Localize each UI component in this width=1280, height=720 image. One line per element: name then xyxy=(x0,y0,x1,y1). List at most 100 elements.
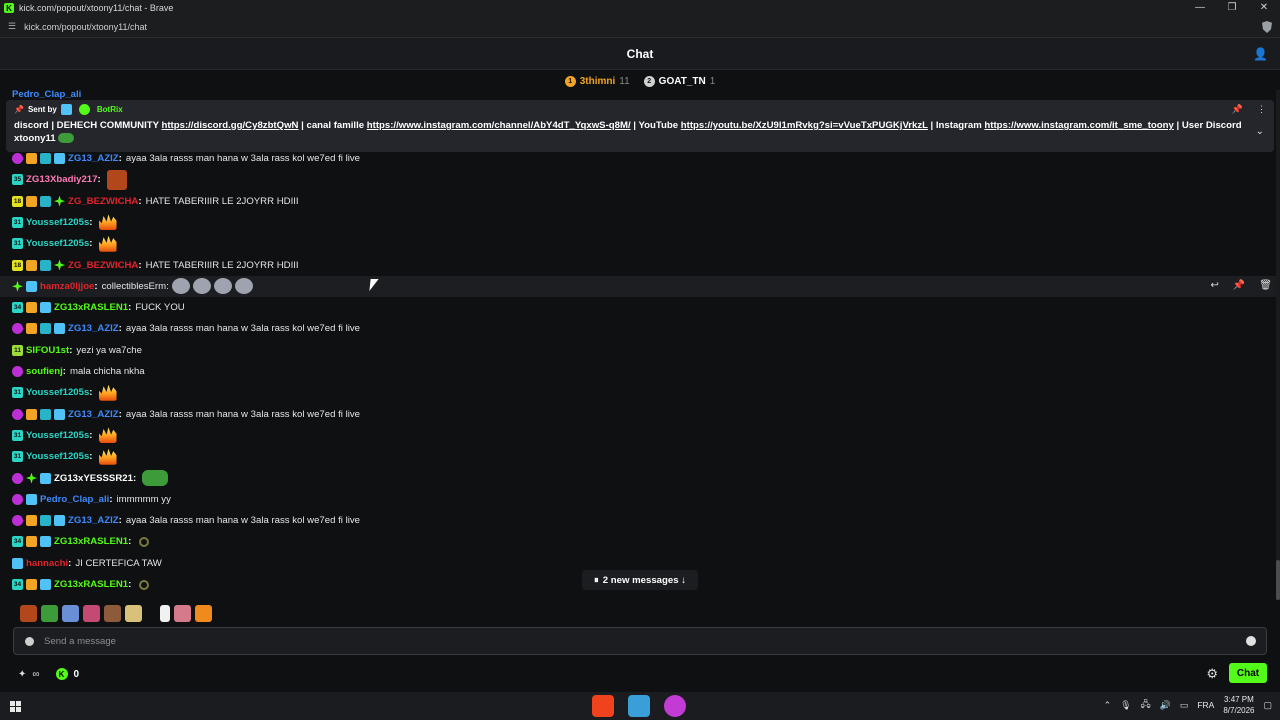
chat-message[interactable]: 31 Youssef1205s: xyxy=(12,446,117,467)
chat-message[interactable]: hamza0ljjoe: collectiblesErm: ↩ 📌 🗑 xyxy=(0,275,1280,297)
quick-emote-icon[interactable] xyxy=(125,604,142,622)
battery-icon[interactable]: ▭ xyxy=(1180,700,1189,711)
bot-name[interactable]: BotRix xyxy=(97,105,123,114)
chat-username[interactable]: ZG13_AZIZ xyxy=(68,409,119,420)
kicks-icon[interactable]: K xyxy=(55,668,68,680)
trash-icon[interactable]: 🗑 xyxy=(1259,280,1272,291)
chat-message[interactable]: ZG13xYESSSR21: xyxy=(12,468,169,489)
chat-username[interactable]: Youssef1205s xyxy=(26,238,89,249)
chat-username[interactable]: soufienj xyxy=(26,366,63,377)
chat-message[interactable]: Pedro_Clap_ali: immmmm yy xyxy=(12,489,171,510)
pin-icon[interactable]: 📌 xyxy=(1233,280,1245,291)
more-options-icon[interactable]: ⋮ xyxy=(1257,104,1266,115)
windows-start-icon[interactable] xyxy=(10,701,21,712)
chat-message[interactable]: hannachi: JI CERTEFICA TAW xyxy=(12,553,162,574)
chat-mode-icon[interactable] xyxy=(25,636,34,646)
sparkle-icon[interactable]: ✦ xyxy=(18,669,26,680)
chat-username[interactable]: ZG13xYESSSR21 xyxy=(54,473,133,484)
chat-message[interactable]: 31 Youssef1205s: xyxy=(12,382,117,403)
chat-username[interactable]: Pedro_Clap_ali xyxy=(12,89,81,100)
chat-username[interactable]: SIFOU1st xyxy=(26,345,69,356)
minimize-button[interactable]: — xyxy=(1184,0,1216,16)
chat-message[interactable]: ZG13_AZIZ: ayaa 3ala rasss man hana w 3al… xyxy=(12,404,360,425)
chat-username[interactable]: hamza0ljjoe xyxy=(40,281,94,292)
app-icon[interactable] xyxy=(628,695,650,717)
reply-icon[interactable]: ↩ xyxy=(1210,280,1218,291)
pinned-link[interactable]: https://youtu.be/XzU9l1mRvkg?si=vVueTxPU… xyxy=(681,120,928,131)
clock[interactable]: 3:47 PM 8/7/2026 xyxy=(1223,694,1254,716)
users-icon[interactable]: 👤 xyxy=(1253,47,1268,61)
gear-icon[interactable]: ⚙ xyxy=(1206,666,1218,682)
quick-emote-icon[interactable] xyxy=(62,604,79,622)
restore-button[interactable]: ❐ xyxy=(1216,0,1248,16)
chat-username[interactable]: Youssef1205s xyxy=(26,217,89,228)
chat-username[interactable]: Youssef1205s xyxy=(26,451,89,462)
quick-emote-icon[interactable] xyxy=(195,604,212,622)
chat-modes[interactable]: ✦ ∞ xyxy=(18,669,40,680)
pinned-link[interactable]: https://www.instagram.com/it_sme_toony xyxy=(984,120,1173,131)
chat-message[interactable]: ZG13_AZIZ: ayaa 3ala rasss man hana w 3al… xyxy=(12,318,360,339)
infinity-icon[interactable]: ∞ xyxy=(32,669,39,680)
chat-username[interactable]: ZG_BEZWICHA xyxy=(68,196,138,207)
quick-emote-icon[interactable] xyxy=(104,604,121,622)
chat-message-list[interactable]: ZG13_AZIZ: ayaa 3ala rasss man hana w 3al… xyxy=(0,148,1280,598)
quick-emote-icon[interactable] xyxy=(174,604,191,622)
chat-message[interactable]: 35 ZG13Xbadiy217: xyxy=(12,169,127,190)
chat-username[interactable]: ZG_BEZWICHA xyxy=(68,260,138,271)
chat-username[interactable]: ZG13Xbadiy217 xyxy=(26,174,97,185)
chat-message[interactable]: 18 ZG_BEZWICHA: HATE TABERIIIR LE 2JOYRR H… xyxy=(12,255,299,276)
chat-message[interactable]: ZG13_AZIZ: ayaa 3ala rasss man hana w 3al… xyxy=(12,148,360,169)
microphone-icon[interactable]: 🎙 xyxy=(1120,700,1131,711)
chat-message[interactable]: 11 SIFOU1st: yezi ya wa7che xyxy=(12,340,142,361)
chat-username[interactable]: Youssef1205s xyxy=(26,430,89,441)
chat-username[interactable]: ZG13_AZIZ xyxy=(68,323,119,334)
chat-message[interactable]: 34 ZG13xRASLEN1: xyxy=(12,531,150,552)
spotify-icon[interactable] xyxy=(664,695,686,717)
language-indicator[interactable]: FRA xyxy=(1197,700,1214,710)
chat-message[interactable]: ZG13_AZIZ: ayaa 3ala rasss man hana w 3al… xyxy=(12,510,360,531)
chat-username[interactable]: ZG13_AZIZ xyxy=(68,153,119,164)
brave-shield-icon[interactable] xyxy=(1262,21,1272,33)
chat-scrollbar[interactable] xyxy=(1276,90,1280,600)
pinned-link[interactable]: https://www.instagram.com/channel/AbY4dT… xyxy=(367,120,631,131)
chat-username[interactable]: ZG13xRASLEN1 xyxy=(54,579,128,590)
unpin-icon[interactable]: 📌 xyxy=(1232,104,1243,115)
chat-username[interactable]: ZG13xRASLEN1 xyxy=(54,302,128,313)
close-window-button[interactable]: ✕ xyxy=(1248,0,1280,16)
emoji-picker-icon[interactable] xyxy=(1246,636,1256,646)
chat-message[interactable]: 34 ZG13xRASLEN1: FUCK YOU xyxy=(12,297,185,318)
message-input-box[interactable] xyxy=(13,627,1267,655)
site-settings-icon[interactable]: ☰ xyxy=(8,21,16,32)
chat-username[interactable]: Pedro_Clap_ali xyxy=(40,494,109,505)
chevron-up-icon[interactable]: ⌃ xyxy=(1104,700,1112,711)
notifications-icon[interactable]: ▢ xyxy=(1263,700,1272,711)
volume-icon[interactable]: 🔊 xyxy=(1160,700,1171,711)
chat-message-partial[interactable]: Pedro_Clap_ali xyxy=(12,88,81,100)
pinned-message[interactable]: 📌 Sent by BotRix discord | DEHECH COMMUN… xyxy=(6,100,1274,152)
new-messages-button[interactable]: ⏸ 2 new messages ↓ xyxy=(582,570,698,590)
quick-emote-icon[interactable] xyxy=(41,604,58,622)
brave-browser-icon[interactable] xyxy=(592,695,614,717)
send-chat-button[interactable]: Chat xyxy=(1229,663,1267,683)
chat-username[interactable]: hannachi xyxy=(26,558,68,569)
chat-message[interactable]: 31 Youssef1205s: xyxy=(12,233,117,254)
quick-emote-icon[interactable] xyxy=(160,604,170,622)
pinned-link[interactable]: https://discord.gg/Cy8zbtQwN xyxy=(162,120,299,131)
network-icon[interactable]: 🖧 xyxy=(1141,697,1151,713)
chat-username[interactable]: ZG13xRASLEN1 xyxy=(54,536,128,547)
chat-message[interactable]: 31 Youssef1205s: xyxy=(12,425,117,446)
chat-username[interactable]: ZG13_AZIZ xyxy=(68,515,119,526)
quick-emote-icon[interactable] xyxy=(83,604,100,622)
leaderboard-item-1[interactable]: 1 3thimni 11 xyxy=(564,75,630,87)
chat-username[interactable]: Youssef1205s xyxy=(26,387,89,398)
message-input[interactable] xyxy=(44,635,1194,647)
scrollbar-thumb[interactable] xyxy=(1276,560,1280,600)
chat-message[interactable]: 34 ZG13xRASLEN1: xyxy=(12,574,150,595)
chat-message[interactable]: 18 ZG_BEZWICHA: HATE TABERIIIR LE 2JOYRR H… xyxy=(12,191,299,212)
chevron-down-icon[interactable]: ⌄ xyxy=(1256,126,1264,137)
address-bar[interactable]: ☰ kick.com/popout/xtoony11/chat xyxy=(0,16,1280,38)
leaderboard-item-2[interactable]: 2 GOAT_TN 1 xyxy=(643,75,715,87)
quick-emote-icon[interactable] xyxy=(20,604,37,622)
chat-message[interactable]: 31 Youssef1205s: xyxy=(12,212,117,233)
url-text[interactable]: kick.com/popout/xtoony11/chat xyxy=(24,22,147,32)
